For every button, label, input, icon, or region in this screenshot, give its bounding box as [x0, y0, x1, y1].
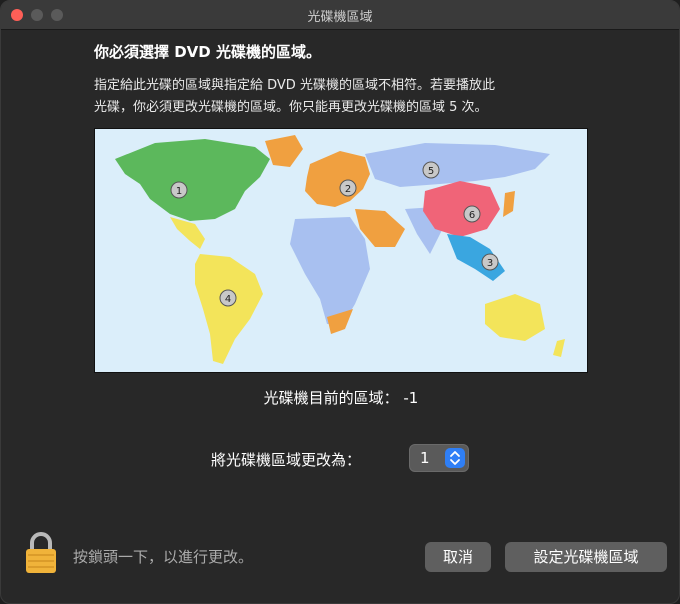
region-4-new-zealand: [553, 339, 565, 357]
world-map-svg: 1 2 3 4 5 6: [115, 135, 565, 364]
heading: 你必須選擇 DVD 光碟機的區域。: [94, 43, 321, 61]
svg-text:6: 6: [469, 210, 475, 221]
description: 指定給此光碟的區域與指定給 DVD 光碟機的區域不相符。若要播放此 光碟，你必須…: [94, 75, 594, 119]
region-marker-3: 3: [481, 253, 499, 271]
region-2-greenland: [265, 135, 303, 167]
stepper-arrows-icon[interactable]: [445, 448, 465, 468]
region-2-japan: [503, 191, 515, 217]
region-map: 1 2 3 4 5 6: [94, 128, 588, 373]
svg-text:5: 5: [428, 166, 434, 177]
svg-text:3: 3: [487, 258, 493, 269]
window-title: 光碟機區域: [307, 10, 373, 25]
cancel-button[interactable]: 取消: [425, 542, 491, 572]
region-stepper-value: 1: [420, 449, 430, 467]
svg-text:4: 4: [225, 294, 231, 305]
region-marker-1: 1: [170, 181, 188, 199]
region-4-central-america: [170, 217, 205, 249]
region-4-australia: [485, 294, 545, 341]
description-line: 光碟，你必須更改光碟機的區域。你只能再更改光碟機的區域 5 次。: [94, 100, 488, 115]
region-stepper[interactable]: 1: [409, 444, 469, 472]
region-5-africa: [290, 217, 370, 324]
lock-icon[interactable]: [23, 531, 59, 579]
region-4-south-america: [195, 254, 263, 364]
region-marker-2: 2: [339, 179, 357, 197]
region-5-russia: [365, 143, 550, 187]
current-region-text: 光碟機目前的區域： -1: [263, 389, 419, 407]
lock-hint-text: 按鎖頭一下，以進行更改。: [73, 548, 254, 566]
set-region-button[interactable]: 設定光碟機區域: [505, 542, 667, 572]
region-1-shape: [115, 139, 270, 221]
region-marker-5: 5: [422, 161, 440, 179]
description-line: 指定給此光碟的區域與指定給 DVD 光碟機的區域不相符。若要播放此: [94, 78, 495, 93]
region-2-europe: [305, 151, 370, 207]
region-marker-6: 6: [463, 205, 481, 223]
dvd-region-window: 光碟機區域 你必須選擇 DVD 光碟機的區域。 指定給此光碟的區域與指定給 DV…: [0, 0, 680, 604]
region-marker-4: 4: [219, 289, 237, 307]
change-region-label: 將光碟機區域更改為：: [211, 451, 362, 469]
svg-text:2: 2: [345, 184, 351, 195]
svg-text:1: 1: [176, 186, 182, 197]
titlebar: 光碟機區域: [1, 1, 679, 30]
